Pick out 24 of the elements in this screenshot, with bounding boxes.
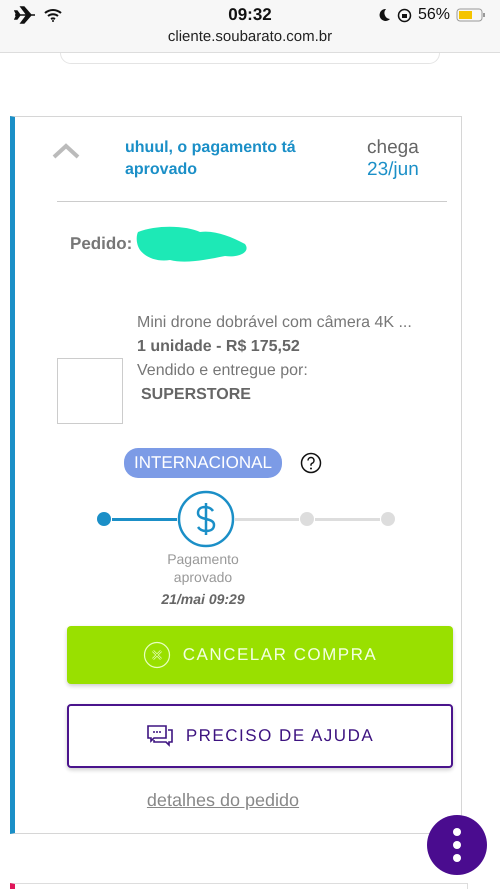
status-time: 09:32	[228, 5, 272, 25]
arrival-label: chega	[367, 137, 419, 159]
help-icon[interactable]	[300, 452, 322, 474]
step-date: 21/mai 09:29	[161, 590, 245, 608]
product-name: Mini drone dobrável com câmera 4K ...	[137, 314, 412, 332]
quantity-price: 1 unidade - R$ 175,52	[137, 338, 301, 356]
chat-icon	[146, 724, 174, 748]
airplane-icon	[14, 6, 36, 24]
battery-percent: 56%	[418, 6, 450, 24]
seller-label: Vendido e entregue por:	[137, 362, 309, 380]
product-image-placeholder	[57, 358, 123, 424]
arrival-date: 23/jun	[367, 159, 419, 181]
moon-icon	[378, 8, 391, 22]
cancel-icon	[142, 641, 171, 669]
wifi-icon	[44, 8, 62, 22]
url-text[interactable]: cliente.soubarato.com.br	[14, 28, 486, 45]
status-title: uhuul, o pagamento tá aprovado	[125, 138, 297, 180]
seller-name: SUPERSTORE	[141, 386, 252, 404]
international-badge: INTERNACIONAL	[124, 448, 282, 478]
order-details-link[interactable]: detalhes do pedido	[33, 790, 413, 811]
help-button[interactable]: PRECISO DE AJUDA	[67, 704, 453, 768]
step-label: Pagamento aprovado	[166, 550, 240, 586]
order-label: Pedido:	[70, 234, 132, 254]
battery-icon	[456, 8, 486, 22]
